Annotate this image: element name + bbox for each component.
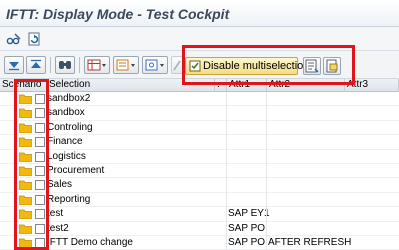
folder-icon — [18, 195, 33, 206]
page-title: IFTT: Display Mode - Test Cockpit — [6, 6, 230, 22]
row-checkbox[interactable] — [35, 223, 45, 234]
details-icon[interactable] — [303, 57, 321, 75]
selection-name: Logistics — [47, 150, 86, 162]
export-icon[interactable] — [113, 56, 139, 74]
folder-icon — [18, 238, 33, 249]
title-bar: IFTT: Display Mode - Test Cockpit — [0, 0, 399, 27]
selection-name: Controling — [47, 121, 93, 133]
table-header: Scenario Selection . Attr1 Attr2 Attr3 — [0, 79, 399, 92]
row-checkbox[interactable] — [35, 166, 45, 176]
row-checkbox[interactable] — [35, 108, 45, 119]
row-checkbox[interactable] — [35, 94, 45, 104]
column-divider — [226, 92, 227, 250]
folder-icon — [18, 224, 33, 234]
edit-icon[interactable] — [171, 56, 183, 74]
selection-name: Sales — [47, 179, 73, 191]
find-icon[interactable] — [55, 56, 75, 74]
tree-table: sandbox2 sandbox Controling Finance Logistic… — [0, 92, 399, 250]
disable-multiselection-button[interactable]: Disable multiselection — [185, 57, 309, 77]
collapse-all-icon[interactable] — [26, 56, 46, 74]
table-row[interactable]: Procurement — [0, 164, 399, 179]
filter-icon[interactable] — [142, 56, 168, 74]
row-checkbox[interactable] — [35, 209, 45, 220]
multiselection-icon — [189, 60, 201, 77]
table-row[interactable]: Finance — [0, 135, 399, 150]
row-checkbox[interactable] — [35, 151, 45, 162]
column-header-attr1[interactable]: Attr1 — [227, 79, 267, 92]
folder-icon — [18, 108, 33, 119]
column-header-selection[interactable]: Selection — [47, 79, 215, 92]
selection-name: sandbox — [47, 107, 85, 119]
column-header-attr2[interactable]: Attr2 — [267, 79, 345, 92]
column-header-dot[interactable]: . — [215, 79, 227, 92]
folder-icon — [18, 94, 33, 105]
selection-name: Reporting — [47, 193, 91, 205]
row-checkbox[interactable] — [35, 137, 45, 148]
folder-icon — [18, 180, 33, 191]
layout-icon[interactable] — [84, 56, 110, 74]
folder-icon — [18, 137, 33, 148]
multiselection-label: Disable multiselection — [203, 60, 310, 72]
attr1-value: SAP PO — [228, 237, 266, 248]
attr1-value: SAP EY1 — [228, 208, 270, 220]
selection-name: test — [47, 208, 64, 220]
refresh-icon[interactable] — [26, 31, 42, 47]
row-checkbox[interactable] — [35, 180, 45, 191]
row-checkbox[interactable] — [35, 238, 45, 248]
folder-icon — [18, 152, 33, 162]
table-row[interactable]: Sales — [0, 178, 399, 193]
table-row[interactable]: sandbox — [0, 106, 399, 121]
expand-all-icon[interactable] — [4, 56, 24, 74]
toolbar-separator — [79, 57, 80, 73]
row-checkbox[interactable] — [35, 122, 45, 133]
column-divider — [266, 92, 267, 250]
attr1-value: SAP PO — [228, 222, 266, 234]
column-header-scenario[interactable]: Scenario — [0, 79, 47, 92]
folder-icon — [18, 209, 33, 220]
selection-name: IFTT Demo change — [47, 237, 133, 248]
toolbar-separator — [50, 57, 51, 73]
table-row[interactable]: Reporting — [0, 193, 399, 208]
table-row[interactable]: Logistics — [0, 150, 399, 164]
application-toolbar — [0, 27, 399, 51]
selection-name: Procurement — [47, 165, 105, 176]
selection-name: Finance — [47, 136, 83, 148]
table-row[interactable]: test SAP EY1 — [0, 207, 399, 222]
table-row[interactable]: sandbox2 — [0, 92, 399, 107]
glasses-edit-icon[interactable] — [6, 31, 22, 47]
folder-icon — [18, 123, 33, 134]
selection-name: test2 — [47, 222, 69, 234]
print-icon[interactable] — [323, 57, 341, 75]
selection-name: sandbox2 — [47, 93, 91, 104]
column-header-attr3[interactable]: Attr3 — [345, 79, 399, 92]
table-row[interactable]: Controling — [0, 121, 399, 136]
attr2-value: AFTER REFRESH — [268, 237, 352, 248]
table-row[interactable]: test2 SAP PO — [0, 222, 399, 236]
folder-icon — [18, 166, 33, 177]
row-checkbox[interactable] — [35, 194, 45, 205]
table-row[interactable]: IFTT Demo change SAP PO AFTER REFRESH — [0, 236, 399, 250]
